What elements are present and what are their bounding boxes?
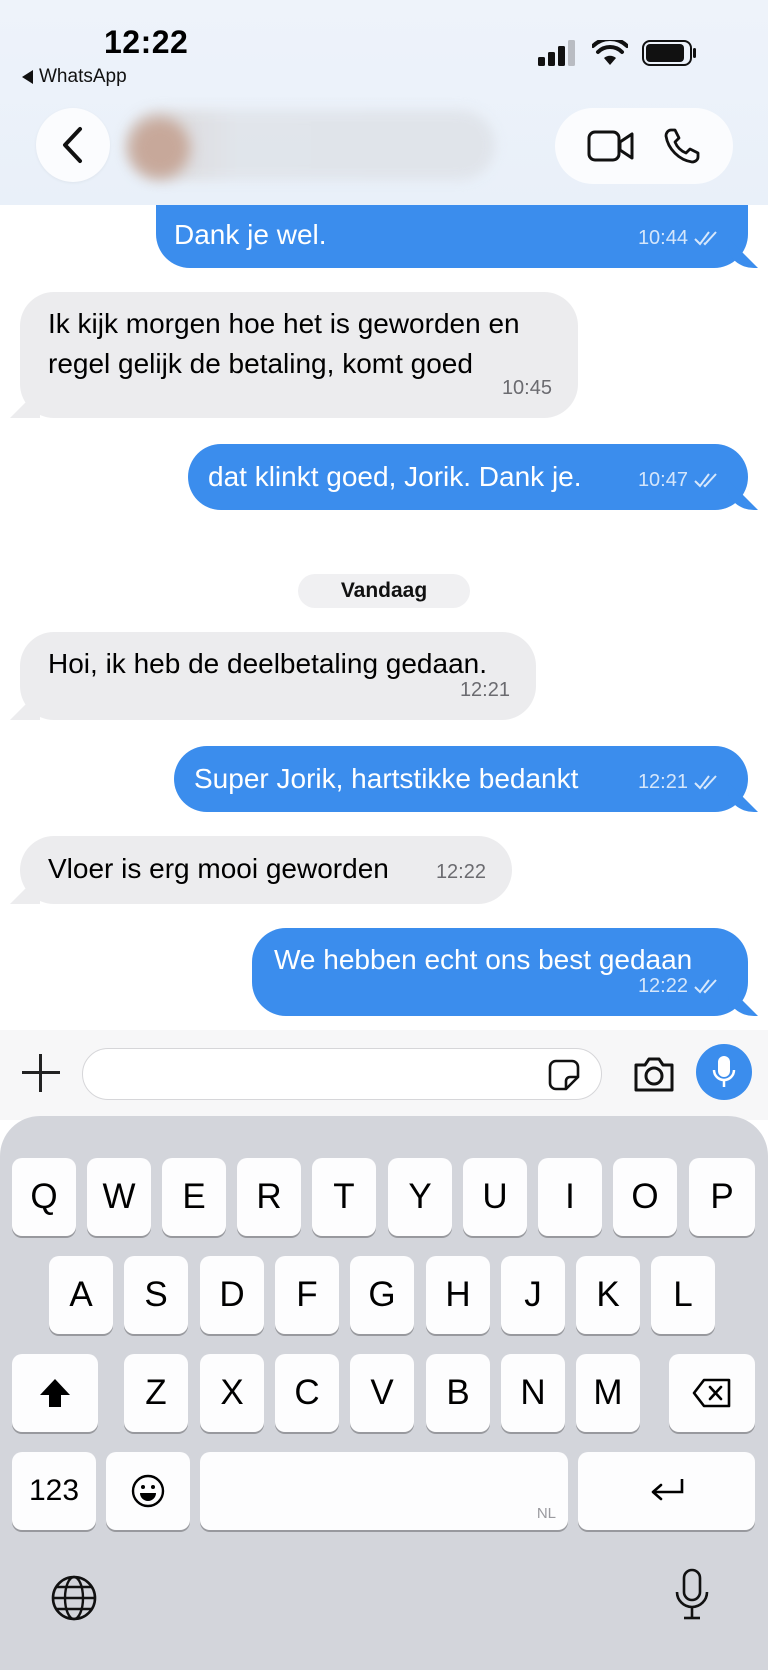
read-ticks-icon	[694, 979, 717, 994]
key[interactable]: I	[538, 1158, 602, 1236]
return-icon	[651, 1479, 683, 1501]
message-outgoing[interactable]: Super Jorik, hartstikke bedankt 12:21	[174, 746, 748, 812]
composer-bar	[0, 1030, 768, 1120]
plus-icon[interactable]	[20, 1052, 62, 1094]
message-outgoing[interactable]: We hebben echt ons best gedaan 12:22	[252, 928, 748, 1016]
message-meta: 10:45	[502, 368, 552, 408]
key[interactable]: E	[162, 1158, 226, 1236]
message-time: 12:21	[637, 771, 688, 793]
wifi-icon	[592, 40, 628, 65]
key[interactable]: X	[200, 1354, 264, 1432]
message-text: Hoi, ik heb de deelbetaling gedaan.	[48, 648, 488, 679]
video-camera-icon[interactable]	[587, 129, 635, 163]
key[interactable]: J	[501, 1256, 565, 1334]
space-key[interactable]: NL	[200, 1452, 568, 1530]
message-text: dat klinkt goed, Jorik. Dank je.	[208, 461, 582, 492]
battery-icon	[642, 40, 696, 66]
message-time: 12:21	[459, 679, 510, 701]
emoji-key[interactable]	[106, 1452, 190, 1530]
message-meta: 12:21	[460, 670, 510, 710]
message-meta: 12:21	[638, 762, 722, 802]
key[interactable]: Y	[388, 1158, 452, 1236]
key[interactable]: S	[124, 1256, 188, 1334]
message-input[interactable]	[82, 1048, 602, 1100]
chevron-left-icon	[63, 127, 82, 163]
read-ticks-icon	[694, 231, 717, 246]
key[interactable]: K	[576, 1256, 640, 1334]
message-meta: 10:44	[638, 218, 722, 258]
backspace-icon	[692, 1378, 731, 1408]
key[interactable]: B	[426, 1354, 490, 1432]
date-separator: Vandaag	[298, 574, 470, 608]
message-incoming[interactable]: Ik kijk morgen hoe het is geworden en re…	[20, 292, 578, 418]
avatar[interactable]	[130, 118, 190, 178]
message-text: regel gelijk de betaling, komt goed	[48, 348, 473, 379]
key[interactable]: W	[87, 1158, 151, 1236]
key[interactable]: G	[350, 1256, 414, 1334]
keyboard: Q W E R T Y U I O P A S D F G H J K L Z …	[0, 1116, 768, 1670]
message-meta: 10:47	[638, 460, 722, 500]
key[interactable]: C	[275, 1354, 339, 1432]
message-text: Super Jorik, hartstikke bedankt	[194, 763, 579, 794]
back-app-label: WhatsApp	[39, 66, 127, 87]
key[interactable]: R	[237, 1158, 301, 1236]
message-time: 10:45	[501, 377, 552, 399]
key[interactable]: N	[501, 1354, 565, 1432]
key[interactable]: L	[651, 1256, 715, 1334]
message-time: 12:22	[435, 861, 486, 883]
sticker-icon[interactable]	[548, 1059, 580, 1091]
message-outgoing[interactable]: dat klinkt goed, Jorik. Dank je. 10:47	[188, 444, 748, 510]
delete-key[interactable]	[669, 1354, 755, 1432]
message-time: 12:22	[637, 975, 688, 997]
key[interactable]: T	[312, 1158, 376, 1236]
key[interactable]: P	[689, 1158, 755, 1236]
back-button[interactable]	[36, 108, 110, 182]
shift-icon	[40, 1379, 70, 1407]
message-incoming[interactable]: Hoi, ik heb de deelbetaling gedaan. 12:2…	[20, 632, 536, 720]
message-text: Vloer is erg mooi geworden	[48, 853, 389, 884]
key[interactable]: U	[463, 1158, 527, 1236]
message-meta: 12:22	[638, 966, 722, 1006]
signal-icon	[538, 40, 575, 66]
message-incoming[interactable]: Vloer is erg mooi geworden 12:22	[20, 836, 512, 904]
status-time: 12:22	[104, 24, 189, 60]
return-key[interactable]	[578, 1452, 755, 1530]
globe-icon[interactable]	[50, 1574, 98, 1622]
message-time: 10:47	[637, 469, 688, 491]
call-actions	[555, 108, 733, 184]
phone-icon[interactable]	[663, 127, 701, 165]
message-meta: 12:22	[436, 852, 486, 892]
shift-key[interactable]	[12, 1354, 98, 1432]
key[interactable]: A	[49, 1256, 113, 1334]
keyboard-language-label: NL	[536, 1505, 556, 1522]
dictation-mic-icon[interactable]	[674, 1568, 710, 1622]
back-to-app-link[interactable]: WhatsApp	[22, 66, 127, 88]
read-ticks-icon	[694, 775, 717, 790]
key[interactable]: O	[613, 1158, 677, 1236]
message-text: We hebben echt ons best gedaan	[274, 944, 693, 975]
microphone-icon	[712, 1056, 736, 1087]
back-triangle-icon	[22, 70, 33, 84]
emoji-icon	[131, 1474, 165, 1508]
voice-record-button[interactable]	[696, 1044, 752, 1100]
message-text: Dank je wel.	[174, 219, 327, 250]
message-text: Ik kijk morgen hoe het is geworden en	[48, 308, 520, 339]
key[interactable]: F	[275, 1256, 339, 1334]
message-time: 10:44	[637, 227, 688, 249]
key[interactable]: H	[426, 1256, 490, 1334]
key[interactable]: Z	[124, 1354, 188, 1432]
camera-icon[interactable]	[632, 1054, 676, 1094]
key[interactable]: V	[350, 1354, 414, 1432]
status-icons	[538, 40, 698, 66]
header: 12:22 WhatsApp	[0, 0, 768, 205]
key[interactable]: D	[200, 1256, 264, 1334]
key[interactable]: Q	[12, 1158, 76, 1236]
read-ticks-icon	[694, 473, 717, 488]
numbers-key[interactable]: 123	[12, 1452, 96, 1530]
key[interactable]: M	[576, 1354, 640, 1432]
